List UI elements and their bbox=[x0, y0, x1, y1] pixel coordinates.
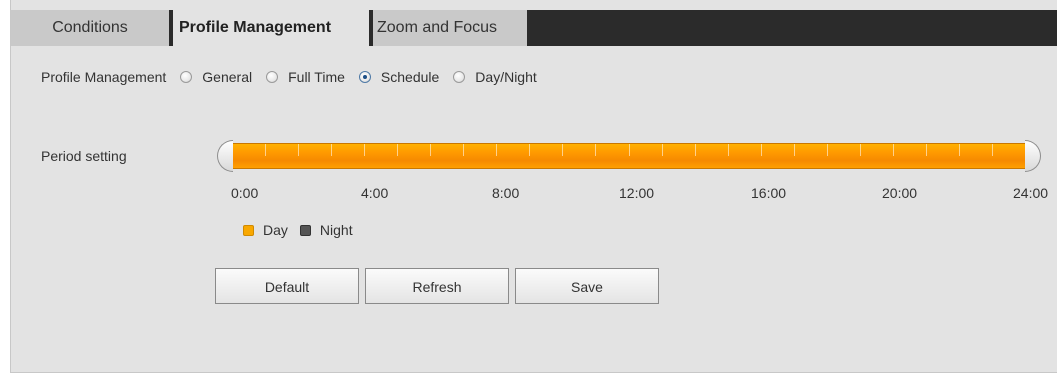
period-slider[interactable] bbox=[215, 140, 1041, 172]
hour-divider bbox=[430, 144, 431, 156]
profile-management-row: Profile Management General Full Time Sch… bbox=[41, 69, 537, 85]
tick-label: 0:00 bbox=[231, 185, 259, 201]
period-setting-label: Period setting bbox=[41, 148, 127, 164]
radio-option-general[interactable]: General bbox=[180, 69, 252, 85]
profile-management-label: Profile Management bbox=[41, 69, 167, 85]
hour-divider bbox=[331, 144, 332, 156]
radio-option-schedule[interactable]: Schedule bbox=[358, 69, 440, 85]
radio-day-night-label: Day/Night bbox=[475, 69, 537, 85]
radio-full-time-label: Full Time bbox=[288, 69, 345, 85]
hour-divider bbox=[463, 144, 464, 156]
default-button[interactable]: Default bbox=[215, 268, 359, 304]
hour-divider bbox=[827, 144, 828, 156]
radio-schedule-label: Schedule bbox=[380, 69, 440, 85]
hour-divider bbox=[926, 144, 927, 156]
hour-divider bbox=[959, 144, 960, 156]
legend-night-label: Night bbox=[319, 222, 353, 238]
tab-zoom-and-focus[interactable]: Zoom and Focus bbox=[373, 10, 527, 46]
hour-divider bbox=[695, 144, 696, 156]
hour-divider bbox=[893, 144, 894, 156]
hour-divider bbox=[298, 144, 299, 156]
tick-label: 24:00 bbox=[1013, 185, 1049, 201]
tick-label: 12:00 bbox=[619, 185, 655, 201]
start-time-handle[interactable] bbox=[217, 140, 233, 172]
night-swatch bbox=[299, 224, 311, 236]
refresh-button[interactable]: Refresh bbox=[365, 268, 509, 304]
tab-bar: Conditions Profile Management Zoom and F… bbox=[11, 10, 1057, 46]
tab-conditions[interactable]: Conditions bbox=[11, 10, 169, 46]
radio-general[interactable] bbox=[180, 71, 193, 83]
tick-label: 8:00 bbox=[492, 185, 520, 201]
tick-label: 20:00 bbox=[882, 185, 918, 201]
hour-divider bbox=[496, 144, 497, 156]
hour-divider bbox=[364, 144, 365, 156]
hour-divider bbox=[761, 144, 762, 156]
tab-profile-management[interactable]: Profile Management bbox=[173, 10, 369, 46]
radio-general-label: General bbox=[202, 69, 253, 85]
radio-day-night[interactable] bbox=[453, 71, 466, 83]
radio-schedule[interactable] bbox=[358, 71, 371, 83]
hour-divider bbox=[265, 144, 266, 156]
hour-divider bbox=[662, 144, 663, 156]
legend: Day Night bbox=[243, 222, 353, 238]
radio-option-full-time[interactable]: Full Time bbox=[266, 69, 345, 85]
hour-divider bbox=[397, 144, 398, 156]
radio-option-day-night[interactable]: Day/Night bbox=[453, 69, 537, 85]
save-button[interactable]: Save bbox=[515, 268, 659, 304]
hour-divider bbox=[529, 144, 530, 156]
period-setting-row: Period setting bbox=[41, 148, 127, 164]
day-swatch bbox=[243, 224, 254, 236]
hour-divider bbox=[860, 144, 861, 156]
hour-divider bbox=[728, 144, 729, 156]
hour-divider bbox=[595, 144, 596, 156]
hour-divider bbox=[992, 144, 993, 156]
radio-full-time[interactable] bbox=[266, 71, 279, 83]
tick-label: 4:00 bbox=[361, 185, 389, 201]
hour-divider bbox=[794, 144, 795, 156]
end-time-handle[interactable] bbox=[1025, 140, 1041, 172]
day-period-bar[interactable] bbox=[232, 143, 1025, 169]
legend-day-label: Day bbox=[263, 222, 288, 238]
tick-label: 16:00 bbox=[751, 185, 787, 201]
hour-divider bbox=[629, 144, 630, 156]
hour-divider bbox=[562, 144, 563, 156]
settings-panel: Conditions Profile Management Zoom and F… bbox=[10, 0, 1057, 373]
